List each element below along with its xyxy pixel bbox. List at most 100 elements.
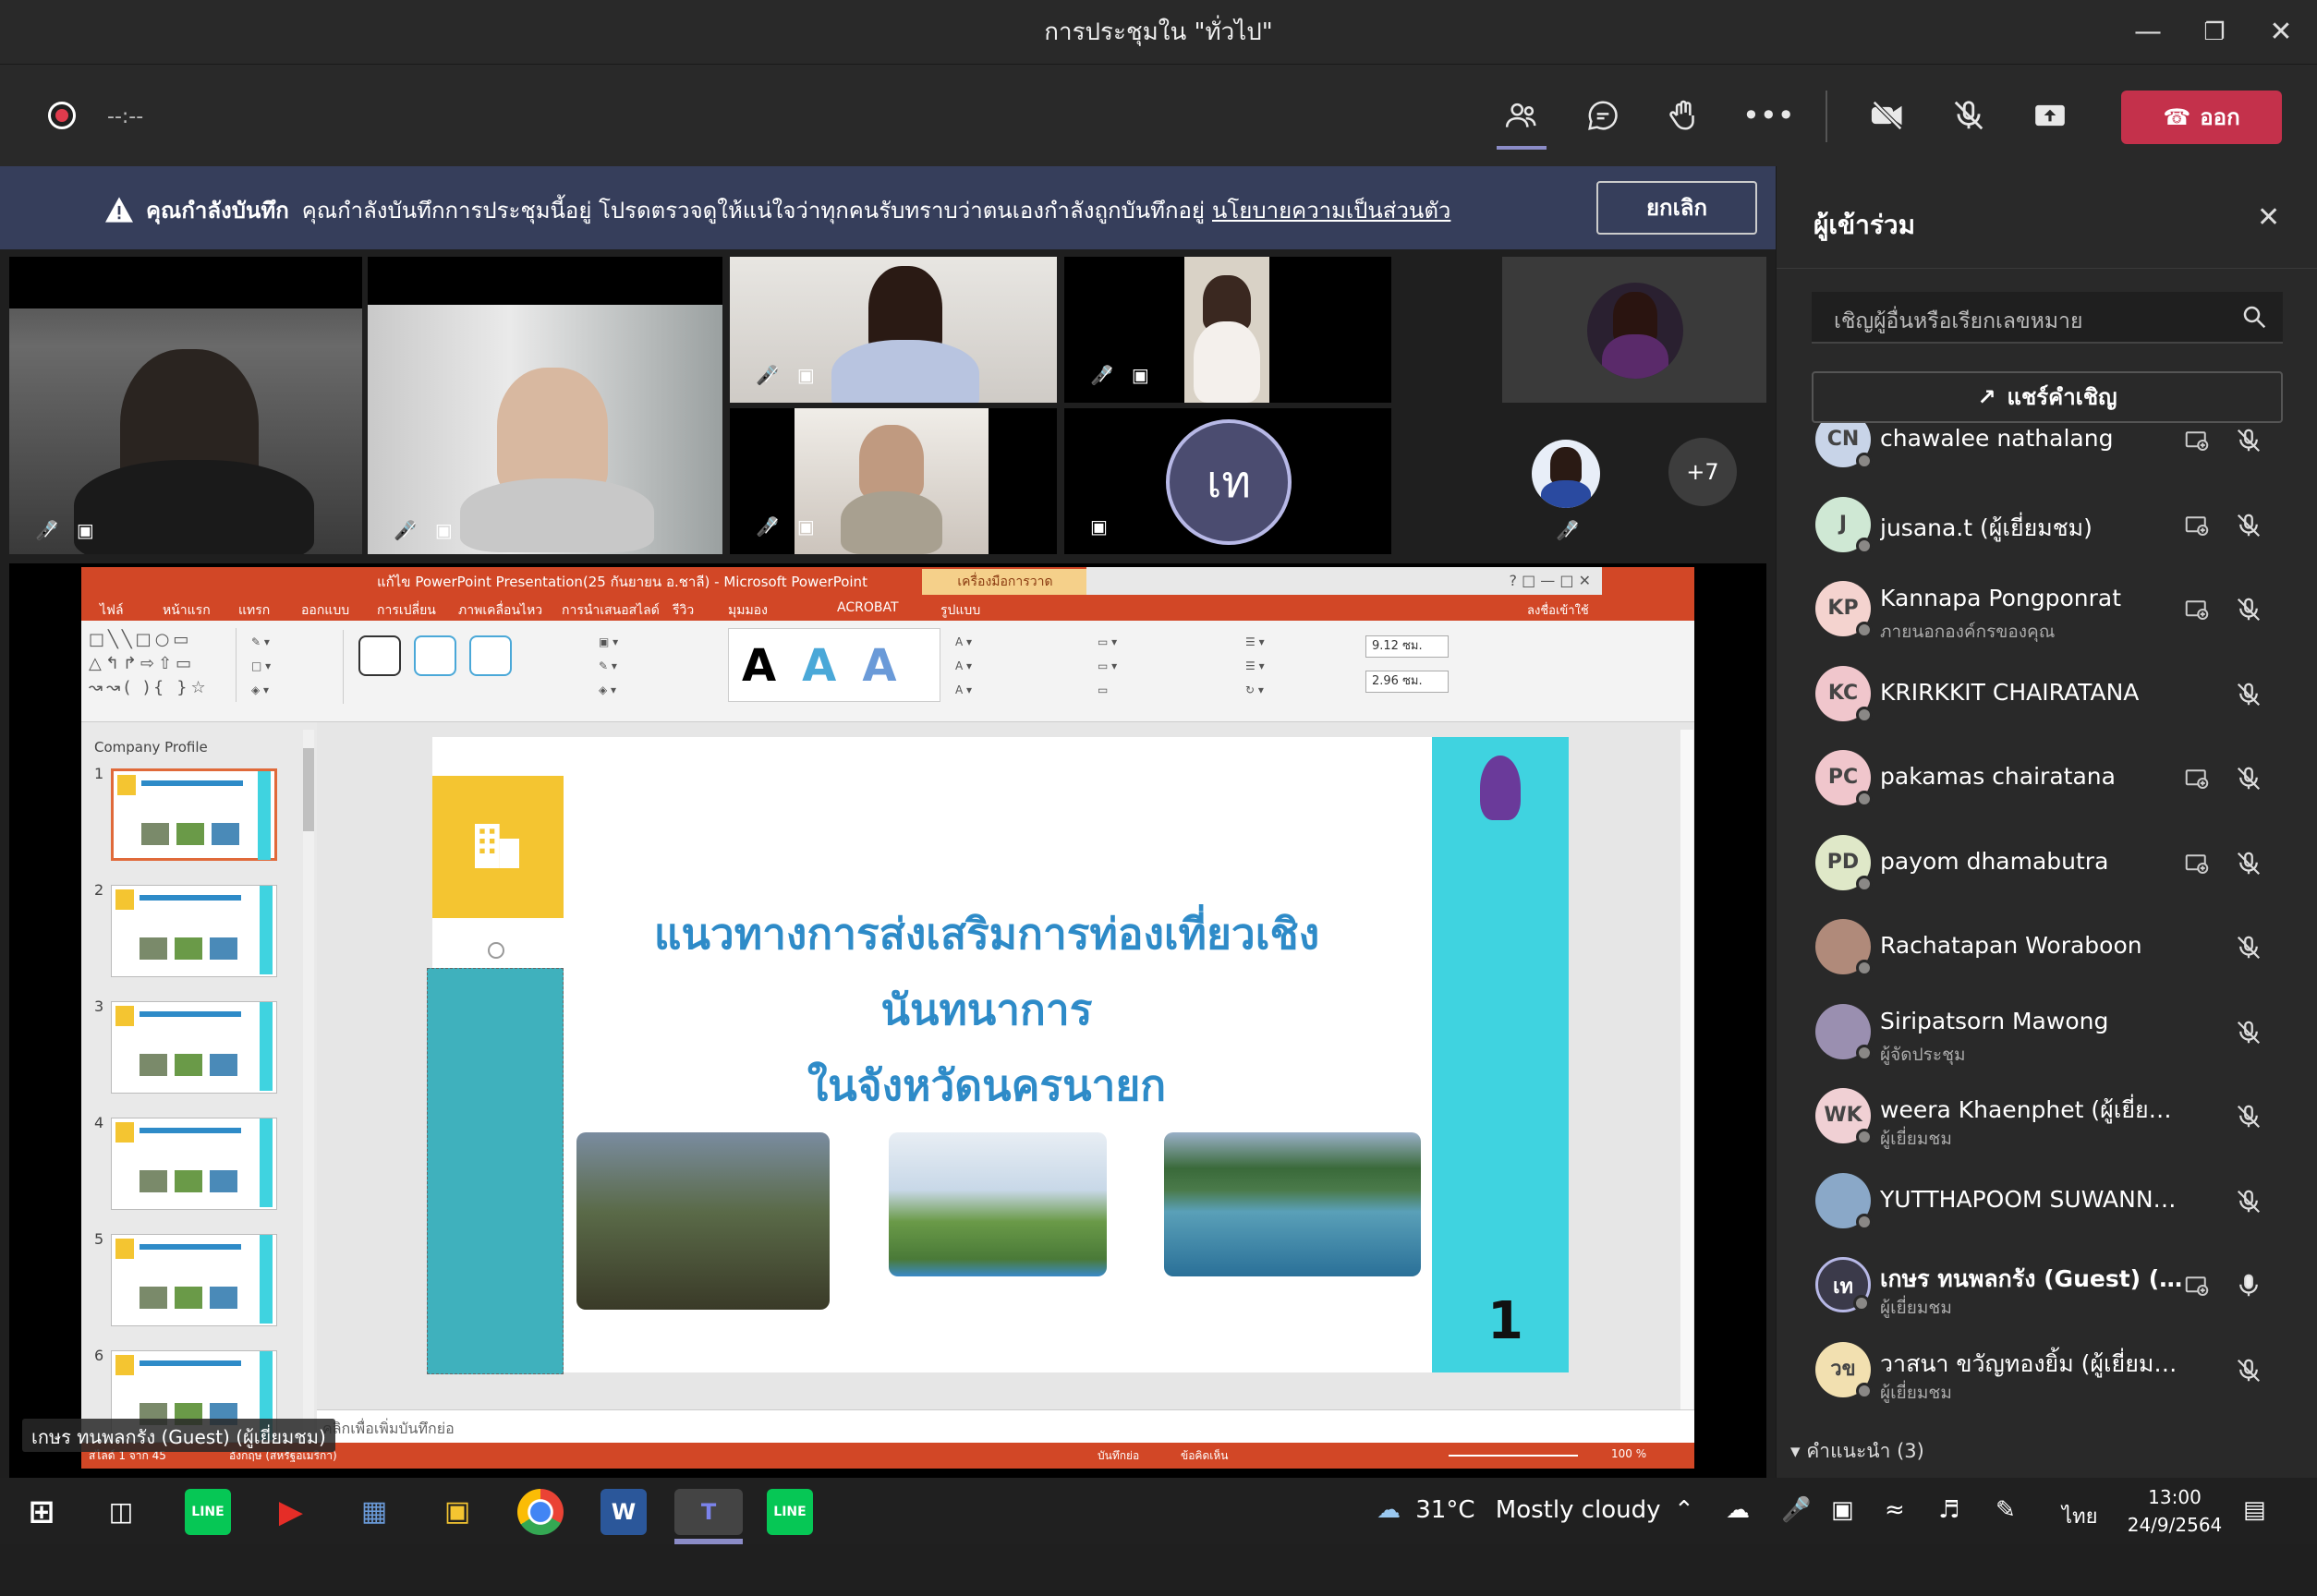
participant-row[interactable]: วข วาสนา ขวัญทองยิ้ม (ผู้เยี่ยมชม) ผู้เยี่…: [1777, 1329, 2317, 1412]
leave-button[interactable]: ☎ ออก: [2121, 91, 2282, 144]
slide-scrollbar[interactable]: [1680, 730, 1693, 1441]
ppt-tab[interactable]: การนำเสนอสไลด์: [562, 600, 660, 621]
participant-row[interactable]: เท เกษร ทนพลกรัง (Guest) (... ผู้เยี่ยมชม: [1777, 1244, 2317, 1327]
selected-shape[interactable]: [427, 968, 564, 1374]
wifi-icon[interactable]: ≈: [1885, 1496, 1905, 1524]
align-group[interactable]: ☰ ▾ ☰ ▾ ↻ ▾: [1245, 630, 1328, 704]
calculator-icon[interactable]: ▦: [351, 1489, 397, 1535]
close-panel-icon[interactable]: ✕: [2257, 201, 2280, 234]
shape-fill-group[interactable]: ▣ ▾ ✎ ▾ ◈ ▾: [599, 630, 737, 704]
zoom-slider[interactable]: [1449, 1455, 1578, 1457]
battery-icon[interactable]: ▣: [1831, 1496, 1854, 1524]
share-screen-icon[interactable]: [2027, 92, 2073, 139]
shape-style-3[interactable]: [469, 635, 512, 676]
ppt-tab[interactable]: ACROBAT: [837, 600, 899, 615]
ppt-tab[interactable]: รีวิว: [673, 600, 694, 621]
cancel-recording-button[interactable]: ยกเลิก: [1596, 181, 1757, 235]
video-tile[interactable]: 🎤̸ ▣: [730, 408, 1057, 554]
pen-icon[interactable]: ✎: [1996, 1496, 2016, 1524]
onedrive-icon[interactable]: ☁: [1726, 1496, 1750, 1524]
shape-width-input[interactable]: 2.96 ซม.: [1365, 671, 1449, 693]
wordart-gallery[interactable]: AAA: [728, 628, 940, 702]
rotate-handle[interactable]: [488, 942, 504, 959]
participant-row[interactable]: Siripatsorn Mawong ผู้จัดประชุม: [1777, 991, 2317, 1074]
ppt-tab[interactable]: มุมมอง: [728, 600, 768, 621]
file-explorer-icon[interactable]: ▣: [434, 1489, 480, 1535]
thumbnail-scrollbar[interactable]: [303, 730, 314, 1450]
task-view-icon[interactable]: ◫: [98, 1489, 144, 1535]
participant-row[interactable]: KP Kannapa Pongponrat ภายนอกองค์กรของคุณ: [1777, 568, 2317, 651]
slide-thumbnail[interactable]: [111, 885, 277, 977]
chat-icon[interactable]: [1580, 92, 1626, 139]
close-icon[interactable]: ✕: [2249, 0, 2313, 65]
ppt-tab[interactable]: ไฟล์: [100, 600, 124, 621]
camera-off-icon[interactable]: [1864, 92, 1911, 139]
status-comments-button[interactable]: ข้อคิดเห็น: [1181, 1447, 1228, 1465]
line-app-icon-2[interactable]: LINE: [767, 1489, 813, 1535]
weather-widget[interactable]: ☁ 31°C Mostly cloudy: [1377, 1496, 1661, 1524]
video-tile[interactable]: 🎤̸ ▣: [1064, 257, 1391, 403]
shapes-gallery[interactable]: □╲╲□○▭ △↰↱⇨⇧▭ ↝↝( ){ }☆: [89, 628, 237, 702]
ppt-tab[interactable]: หน้าแรก: [163, 600, 211, 621]
video-tile[interactable]: 🎤̸ ▣: [9, 257, 362, 554]
microphone-icon[interactable]: 🎤: [1781, 1496, 1811, 1524]
slide-thumbnail[interactable]: [111, 768, 277, 861]
clock[interactable]: 13:00 24/9/2564: [2119, 1483, 2230, 1539]
teams-icon[interactable]: T: [674, 1489, 743, 1535]
participant-row[interactable]: KC KRIRKKIT CHAIRATANA: [1777, 653, 2317, 736]
ppt-tab[interactable]: การเปลี่ยน: [377, 600, 436, 621]
share-invite-button[interactable]: ↗ แชร์คำเชิญ: [1812, 371, 2283, 423]
language-indicator[interactable]: ไทย: [2062, 1500, 2097, 1532]
video-tile[interactable]: เท ▣: [1064, 408, 1391, 554]
arrange-group[interactable]: ▭ ▾ ▭ ▾ ▭: [1098, 630, 1236, 704]
shape-style-2[interactable]: [414, 635, 456, 676]
participant-avatar[interactable]: [1532, 440, 1600, 508]
raise-hand-icon[interactable]: [1661, 92, 1707, 139]
ppt-tab[interactable]: แทรก: [238, 600, 270, 621]
chrome-icon[interactable]: [517, 1489, 564, 1535]
section-name[interactable]: Company Profile: [94, 739, 208, 756]
ppt-tab[interactable]: ออกแบบ: [301, 600, 349, 621]
slide-thumbnail[interactable]: [111, 1118, 277, 1210]
status-notes-button[interactable]: บันทึกย่อ: [1098, 1447, 1139, 1465]
notifications-icon[interactable]: ▤: [2243, 1496, 2266, 1524]
participant-row[interactable]: WK weera Khaenphet (ผู้เยี่ยมชม) ผู้เยี่ยม…: [1777, 1075, 2317, 1158]
participants-icon[interactable]: [1498, 92, 1545, 139]
participant-row[interactable]: Jjusana.t (ผู้เยี่ยมชม): [1777, 484, 2317, 567]
shape-height-input[interactable]: 9.12 ซม.: [1365, 635, 1449, 658]
more-options-icon[interactable]: •••: [1742, 92, 1795, 139]
ppt-tab[interactable]: รูปแบบ: [940, 600, 980, 621]
minimize-icon[interactable]: —: [2116, 0, 2180, 65]
slide-thumbnail[interactable]: [111, 1001, 277, 1094]
ppt-signin[interactable]: ลงชื่อเข้าใช้: [1527, 600, 1589, 620]
notes-pane[interactable]: คลิกเพื่อเพิ่มบันทึกย่อ: [317, 1409, 1694, 1443]
ppt-window-controls[interactable]: ? □ — □ ✕: [1086, 567, 1602, 595]
slide-thumbnail[interactable]: [111, 1234, 277, 1326]
zoom-level[interactable]: 100 %: [1611, 1447, 1646, 1460]
invite-search-input[interactable]: เชิญผู้อื่นหรือเรียกเลขหมาย: [1812, 292, 2283, 344]
video-tile[interactable]: [1502, 257, 1766, 403]
participant-row[interactable]: PC pakamas chairatana: [1777, 737, 2317, 820]
participant-row[interactable]: PD payom dhamabutra: [1777, 822, 2317, 905]
volume-icon[interactable]: ♬: [1938, 1496, 1959, 1524]
video-tile[interactable]: 🎤̸ ▣: [730, 257, 1057, 403]
line-app-icon[interactable]: LINE: [185, 1489, 231, 1535]
shape-edit-group[interactable]: ✎ ▾ □ ▾ ◈ ▾: [251, 630, 344, 704]
ppt-tab[interactable]: ภาพเคลื่อนไหว: [458, 600, 542, 621]
more-participants-button[interactable]: +7: [1668, 438, 1737, 506]
word-icon[interactable]: W: [600, 1489, 647, 1535]
maximize-icon[interactable]: ❐: [2182, 0, 2247, 65]
participant-row[interactable]: CN chawalee nathalang: [1777, 423, 2317, 482]
windows-start-icon[interactable]: ⊞: [18, 1489, 65, 1535]
tray-chevron-icon[interactable]: ⌃: [1674, 1496, 1694, 1524]
mic-off-icon[interactable]: [1946, 92, 1992, 139]
shape-style-1[interactable]: [358, 635, 401, 676]
participant-row[interactable]: Rachatapan Woraboon: [1777, 906, 2317, 989]
media-player-icon[interactable]: ▶: [268, 1489, 314, 1535]
search-icon[interactable]: [2240, 303, 2268, 331]
privacy-policy-link[interactable]: นโยบายความเป็นส่วนตัว: [1212, 198, 1450, 224]
participant-row[interactable]: YUTTHAPOOM SUWANNAVEJ: [1777, 1160, 2317, 1243]
text-fill-group[interactable]: A ▾ A ▾ A ▾: [955, 630, 1094, 704]
suggestions-section[interactable]: ▾ คำแนะนำ (3): [1790, 1436, 1924, 1467]
video-tile[interactable]: 🎤̸ ▣: [368, 257, 722, 554]
